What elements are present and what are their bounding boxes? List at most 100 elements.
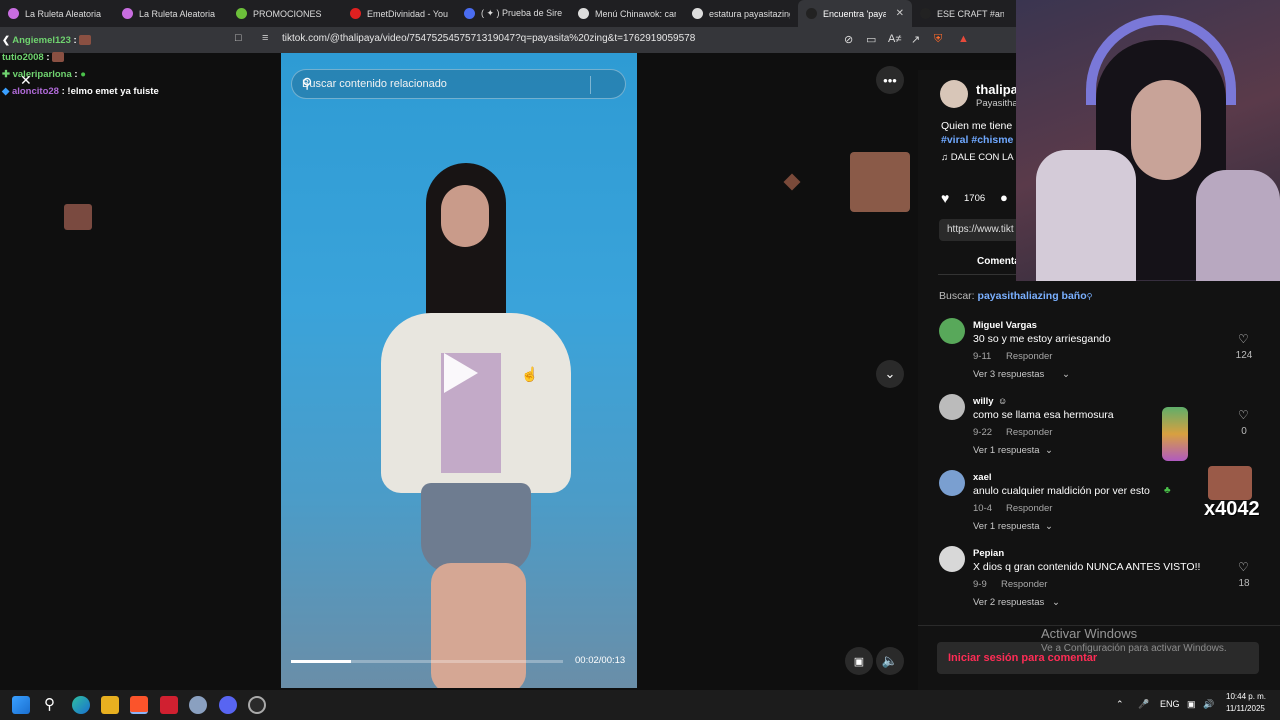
chevron-down-icon[interactable]: ⌄ [876,360,904,388]
clock-date[interactable]: 11/11/2025 [1226,704,1265,713]
heart-icon[interactable]: ♡ [1238,408,1249,422]
comment-avatar[interactable] [939,394,965,420]
heart-icon[interactable]: ♡ [1238,560,1249,574]
comment-like-count: 18 [1238,578,1250,589]
file-explorer-icon[interactable] [101,696,119,714]
music-label[interactable]: ♫ DALE CON LA [941,152,1014,163]
close-icon[interactable]: ✕ [20,72,32,89]
heart-icon[interactable]: ♥ [941,190,949,206]
comment-author[interactable]: Miguel Vargas [973,320,1037,331]
video-player[interactable]: Buscar contenido relacionado ⚲ ☝ 00:02/0… [281,53,637,688]
author-name[interactable]: thalipa [976,82,1016,97]
more-options-icon[interactable]: ••• [876,66,904,94]
share-icon[interactable]: ↗ [911,33,920,46]
caption-hashtags[interactable]: #viral #chisme [941,134,1013,146]
emote-image [1162,407,1188,461]
comment-avatar[interactable] [939,318,965,344]
video-timer: 00:02/00:13 [575,655,626,666]
browser-tab[interactable]: Menú Chinawok: carta [570,0,684,27]
windows-start-icon[interactable] [12,696,30,714]
discord-icon[interactable] [219,696,237,714]
emoji-icon: ☺ [998,396,1008,406]
tab-label: La Ruleta Aleatoria [139,8,216,19]
overlay-text: x4042 [1204,498,1260,520]
clock-time[interactable]: 10:44 p. m. [1226,692,1266,701]
edge-icon[interactable] [72,696,90,714]
chevron-down-icon: ⌄ [1045,445,1053,456]
search-icon[interactable]: ⚲ [44,695,55,713]
chat-line: tutio2008 : [2,52,65,63]
tab-label: Encuentra 'paya [823,8,886,19]
translate-icon[interactable]: A≠ [888,33,901,45]
webcam-hoodie [1036,150,1136,281]
chevron-down-icon: ⌄ [1045,521,1053,532]
tab-comments[interactable]: Comenta [977,256,1016,267]
network-icon[interactable]: ▣ [1187,699,1196,710]
browser-tab[interactable]: EmetDivinidad - YouTu [342,0,456,27]
view-replies-button[interactable]: Ver 1 respuesta [973,445,1040,456]
comment-avatar[interactable] [939,470,965,496]
author-avatar[interactable] [940,80,968,108]
comment-date: 9-11 [973,351,992,362]
reply-button[interactable]: Responder [1001,579,1047,590]
chevron-down-icon: ⌄ [1062,369,1070,380]
comment-text: como se llama esa hermosura [973,409,1114,421]
comment-author[interactable]: Pepian [973,548,1004,559]
tab-favicon-icon [122,8,133,19]
bookmark-icon[interactable]: □ [235,32,242,44]
chat-username: tutio2008 [2,52,44,63]
settings-icon[interactable] [189,696,207,714]
comment-author[interactable]: willy [973,396,994,407]
copy-link-field[interactable]: https://www.tikt [939,219,1016,241]
tab-strip: La Ruleta Aleatoria La Ruleta Aleatoria PR… [0,0,1016,27]
reply-button[interactable]: Responder [1006,503,1052,514]
video-subject [341,163,581,688]
comment-author[interactable]: xael [973,472,992,483]
cast-icon[interactable]: ▭ [866,33,876,46]
browser-tab[interactable]: estatura payasitazing [684,0,798,27]
obs-icon[interactable] [248,696,266,714]
view-replies-button[interactable]: Ver 2 respuestas [973,597,1044,608]
volume-icon[interactable]: 🔈 [876,647,904,675]
search-icon[interactable]: ⚲ [302,75,615,92]
comment-text: X dios q gran contenido NUNCA ANTES VIST… [973,561,1201,573]
url-text[interactable]: tiktok.com/@thalipaya/video/754752545757… [282,33,695,44]
view-replies-button[interactable]: Ver 1 respuesta [973,521,1040,532]
view-replies-button[interactable]: Ver 3 respuestas [973,369,1044,380]
volume-icon[interactable]: 🔊 [1203,699,1214,710]
comment-icon[interactable]: ● [1000,190,1008,205]
windows-activation-title: Activar Windows [1041,626,1138,641]
play-icon[interactable] [444,353,478,393]
browser-tab[interactable]: La Ruleta Aleatoria [114,0,228,27]
heart-icon[interactable]: ♡ [1238,332,1249,346]
browser-tab[interactable]: Encuentra 'paya ✕ [798,0,912,27]
comment-avatar[interactable] [939,546,965,572]
brave-icon[interactable] [130,696,148,714]
brave-rewards-icon[interactable]: ▲ [958,33,969,45]
chevron-up-icon[interactable]: ⌃ [1116,699,1124,710]
nav-back-icon[interactable]: ❮ [2,35,10,46]
browser-tab[interactable]: ( ✦ ) Prueba de Sirena [456,0,570,27]
webcam-face [1131,80,1201,180]
recording-app-icon[interactable] [160,696,178,714]
music-title: DALE CON LA [950,152,1014,163]
no-tracking-icon[interactable]: ⊘ [844,33,853,46]
video-progress-bar[interactable] [291,660,563,663]
reply-button[interactable]: Responder [1006,351,1052,362]
close-tab-icon[interactable]: ✕ [896,8,904,19]
brave-shield-icon[interactable]: ⛨ [934,33,942,46]
browser-tab[interactable]: La Ruleta Aleatoria [0,0,114,27]
chat-username: Angiemel123 [12,35,71,46]
emote-icon: ● [80,69,86,80]
emote-icon [52,52,65,63]
browser-tab[interactable]: PROMOCIONES [228,0,342,27]
browser-tab[interactable]: ESE CRAFT #anthonyc [912,0,1012,27]
site-info-icon[interactable]: ≡ [262,32,268,44]
search-query-link[interactable]: payasithaliazing baño [978,290,1087,302]
microphone-icon[interactable]: 🎤 [1138,699,1149,710]
pip-icon[interactable]: ▣ [845,647,873,675]
reply-button[interactable]: Responder [1006,427,1052,438]
related-search-input[interactable]: Buscar contenido relacionado ⚲ [291,69,626,99]
language-indicator[interactable]: ENG [1160,699,1180,709]
like-count: 1706 [964,193,986,204]
